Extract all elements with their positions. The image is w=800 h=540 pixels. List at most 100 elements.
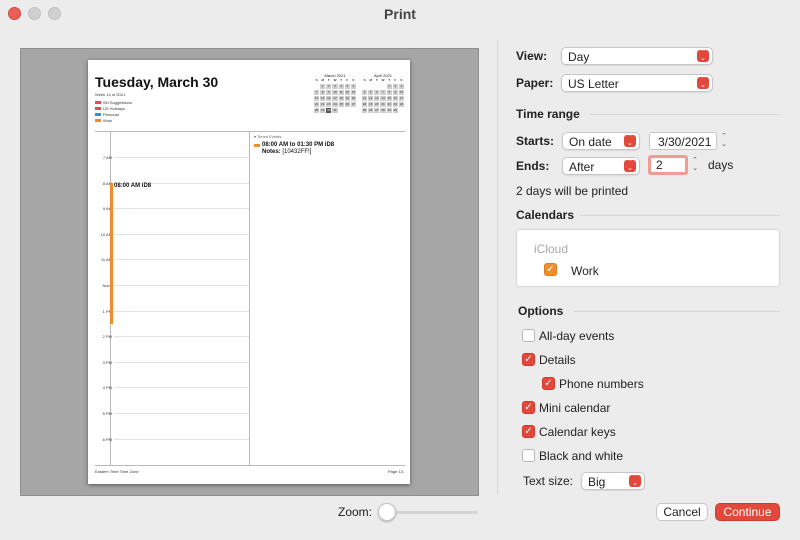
mini-calendar-cell: 7 [380,90,386,95]
details-column-divider [249,132,250,465]
mini-calendar-cell [380,84,385,89]
hour-label: 6 PM [102,436,112,442]
starts-label: Starts: [516,134,555,148]
mini-calendar-cell: 11 [362,96,368,101]
text-size-label: Text size: [523,474,574,488]
calendar-key: Work [95,118,112,124]
mini-calendar-cell [345,108,350,113]
cancel-button[interactable]: Cancel [656,503,708,521]
footer-timezone: Eastern Time Time Zone [95,469,139,474]
calendar-key-label: Work [103,118,113,123]
calendar-group-icloud: iCloud [534,242,569,256]
phone-numbers-checkbox[interactable]: ✓ [542,377,555,390]
mini-calendar-cell: 24 [398,102,404,107]
calendar-keys-checkbox[interactable]: ✓ [522,425,535,438]
zoom-label: Zoom: [338,505,373,519]
starts-mode-value: On date [569,135,612,149]
calendar-key-swatch [95,107,101,110]
mini-calendar-cell: 19 [368,102,374,107]
all-day-events-checkbox[interactable] [522,329,535,342]
mini-calendar-cell: 24 [332,102,338,107]
calendar-key-label: Siri Suggestions [103,100,132,105]
continue-button[interactable]: Continue [715,503,780,521]
mini-calendar-cell [374,84,379,89]
mini-calendar-cell: 6 [350,84,356,89]
footer-divider [95,465,405,466]
mini-calendar-cell: M [369,78,372,82]
hour-line [114,259,249,261]
mini-calendar-grid: S M T W T F S 1 2 3 4 5 6 7 8 9 10 11 12 13 14 15 16 17 18 19 20 21… [314,78,356,113]
header-divider [95,131,405,132]
details-checkbox[interactable]: ✓ [522,353,535,366]
preview-title: Tuesday, March 30 [95,74,219,90]
mini-calendar-cell: 8 [320,90,326,95]
mini-calendar-cell [339,108,344,113]
time-range-title: Time range [516,107,580,121]
mini-calendar-cell: 29 [386,108,392,113]
mini-calendar-cell: S [315,78,318,82]
mini-calendar-cell: 30 [392,108,398,113]
ends-count-field[interactable]: 2 [648,155,688,175]
starts-mode-select[interactable]: On date ⌃ ⌄ [562,132,640,150]
hour-line [114,208,249,210]
mini-calendar-cell [399,108,404,113]
mini-calendar-cell: S [352,78,355,82]
mini-calendar-cell [362,84,367,89]
mini-calendar-cell: S [400,78,403,82]
mini-calendar-cell: 14 [314,96,320,101]
black-and-white-checkbox[interactable] [522,449,535,462]
zoom-slider-knob[interactable] [378,503,396,521]
hour-line [114,157,249,158]
mini-calendar-cell: 11 [338,90,344,95]
starts-date-field[interactable]: 3/30/2021 [649,132,717,150]
mini-calendar-cell: 5 [344,84,350,89]
ends-mode-select[interactable]: After ⌃ ⌄ [562,157,640,175]
mini-calendar-checkbox[interactable]: ✓ [522,401,535,414]
mini-calendar-cell: T [375,78,378,82]
mini-calendar-cell: 22 [386,102,392,107]
hour-line [114,387,249,389]
mini-calendar-cell [368,84,373,89]
mini-calendar-cell: 19 [344,96,350,101]
hour-line [114,413,249,414]
mini-calendar-cell: 25 [362,108,368,113]
mini-calendar-cell: 6 [374,90,380,95]
black-and-white-label: Black and white [539,449,624,463]
ends-count-stepper[interactable]: ⌃ ⌄ [690,157,700,175]
calendar-key-label: Personal [103,112,119,117]
mini-calendar-cell: 26 [368,108,374,113]
event-detail-time: 08:00 AM to 01:30 PM iD8 [262,142,335,148]
footer-page: Page 1/1 [387,469,404,474]
event-detail-notes: Notes: [10432FF!] [262,149,311,155]
mini-calendar-cell: 10 [332,90,338,95]
starts-date-stepper[interactable]: ⌃ ⌄ [719,133,729,151]
text-size-select[interactable]: Big ⌃ ⌄ [581,472,645,490]
work-calendar-checkbox[interactable]: ✓ [544,263,557,276]
mini-calendar-cell: 1 [320,84,326,89]
mini-calendar-march: March 2021 S M T W T F S 1 2 3 4 5 6 7 8 9 10 11 12 13 14 15 1… [314,73,356,113]
hour-line [114,361,249,363]
chevron-updown-icon: ⌃ ⌄ [697,76,709,89]
mini-calendar-cell: 2 [392,84,398,89]
paper-select[interactable]: US Letter ⌃ ⌄ [561,74,713,92]
mini-calendar-cell: 28 [314,108,320,113]
window-title: Print [384,6,416,22]
print-dialog: Print Tuesday, March 30 Week 14 of 2021 … [0,0,800,540]
mini-calendar-cell: 28 [380,108,386,113]
details-label: Details [539,353,576,367]
preview-week: Week 14 of 2021 [95,92,126,97]
mini-calendar-cell [351,108,356,113]
view-select[interactable]: Day ⌃ ⌄ [561,47,713,65]
mini-calendar-cell: 3 [332,84,338,89]
mini-calendar-cell: 15 [386,96,392,101]
mini-calendar-cell: 9 [392,90,398,95]
calendar-keys-label: Calendar keys [539,425,616,439]
mini-calendar-cell: 7 [314,90,320,95]
section-line [590,114,780,115]
mini-calendar-cell: 9 [326,90,332,95]
mini-calendar-cell: 18 [362,102,368,107]
mini-calendar-cell: 8 [386,90,392,95]
event-color-swatch [254,144,260,147]
mini-calendar-cell: F [394,78,397,82]
print-summary: 2 days will be printed [516,184,629,198]
